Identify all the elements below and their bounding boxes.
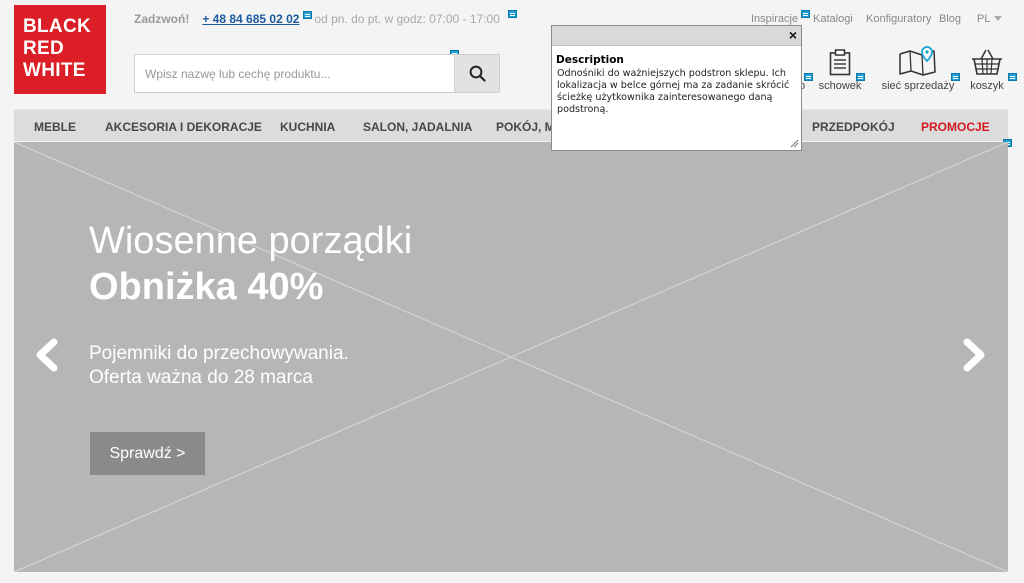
koszyk-button[interactable]: koszyk bbox=[968, 42, 1006, 92]
nav-item-kuchnia[interactable]: KUCHNIA bbox=[280, 120, 335, 134]
popup-text: Odnośniki do ważniejszych podstron sklep… bbox=[557, 68, 790, 115]
chevron-right-icon[interactable] bbox=[961, 338, 989, 372]
close-icon[interactable]: × bbox=[789, 27, 797, 44]
phone-link[interactable]: + 48 84 685 02 02 bbox=[202, 12, 299, 26]
nav-item-akcesoria[interactable]: AKCESORIA I DEKORACJE bbox=[105, 120, 262, 134]
resize-handle-icon[interactable] bbox=[790, 139, 799, 148]
popup-title: Description bbox=[556, 54, 624, 66]
nav-item-pokoj[interactable]: POKÓJ, M bbox=[496, 120, 555, 134]
chevron-down-icon bbox=[994, 16, 1003, 21]
logo-line-black: BLACK bbox=[23, 16, 91, 37]
language-label: PL bbox=[977, 13, 991, 25]
call-label: Zadzwoń! bbox=[134, 12, 190, 26]
hero-subtitle: Obniżka 40% bbox=[89, 266, 324, 308]
hero-description-line-2: Oferta ważna do 28 marca bbox=[89, 367, 313, 388]
hero-banner[interactable]: Wiosenne porządki Obniżka 40% Pojemniki … bbox=[14, 142, 1008, 572]
search-bar bbox=[134, 54, 500, 93]
hero-cta-button[interactable]: Sprawdź > bbox=[90, 432, 205, 475]
opening-hours: od pn. do pt. w godz: 07:00 - 17:00 bbox=[314, 12, 500, 26]
top-link-inspiracje[interactable]: Inspiracje bbox=[751, 13, 798, 25]
logo-line-red: RED bbox=[23, 38, 65, 59]
chevron-left-icon[interactable] bbox=[32, 338, 60, 372]
siec-sprzedazy-button[interactable]: sieć sprzedaży bbox=[880, 42, 956, 92]
map-pin-icon bbox=[899, 46, 936, 76]
top-link-konfiguratory[interactable]: Konfiguratory bbox=[866, 13, 931, 25]
search-icon bbox=[469, 65, 486, 82]
koszyk-label: koszyk bbox=[970, 80, 1004, 92]
search-button[interactable] bbox=[455, 54, 500, 93]
siec-sprzedazy-label: sieć sprzedaży bbox=[881, 80, 955, 92]
logo-line-white: WHITE bbox=[23, 60, 86, 81]
basket-icon bbox=[972, 49, 1002, 75]
annotation-note-icon[interactable] bbox=[303, 11, 313, 19]
contact-bar: Zadzwoń! + 48 84 685 02 02 od pn. do pt.… bbox=[134, 11, 500, 26]
search-input[interactable] bbox=[134, 54, 455, 93]
annotation-note-icon[interactable] bbox=[801, 10, 810, 18]
annotation-note-icon[interactable] bbox=[1008, 73, 1017, 81]
nav-item-przedpokoj[interactable]: PRZEDPOKÓJ bbox=[812, 120, 895, 134]
annotation-note-icon[interactable] bbox=[856, 73, 865, 81]
annotation-note-icon[interactable] bbox=[951, 73, 960, 81]
brand-logo[interactable]: BLACK RED WHITE bbox=[14, 5, 106, 94]
language-selector[interactable]: PL bbox=[977, 13, 1003, 25]
annotation-note-icon[interactable] bbox=[508, 10, 517, 18]
annotation-note-icon[interactable] bbox=[804, 73, 813, 81]
main-navigation: MEBLE AKCESORIA I DEKORACJE KUCHNIA SALO… bbox=[14, 109, 1008, 141]
clipboard-icon bbox=[829, 49, 851, 76]
schowek-label: schowek bbox=[818, 80, 862, 92]
top-link-blog[interactable]: Blog bbox=[939, 13, 961, 25]
description-popup: × Description Odnośniki do ważniejszych … bbox=[551, 25, 802, 151]
top-link-katalogi[interactable]: Katalogi bbox=[813, 13, 853, 25]
hero-description-line-1: Pojemniki do przechowywania. bbox=[89, 343, 349, 364]
popup-titlebar[interactable]: × bbox=[552, 26, 801, 46]
schowek-button[interactable]: schowek bbox=[818, 42, 862, 92]
nav-item-salon[interactable]: SALON, JADALNIA bbox=[363, 120, 472, 134]
hero-title: Wiosenne porządki bbox=[89, 220, 413, 262]
nav-item-promocje[interactable]: PROMOCJE bbox=[921, 120, 990, 134]
nav-item-meble[interactable]: MEBLE bbox=[34, 120, 76, 134]
